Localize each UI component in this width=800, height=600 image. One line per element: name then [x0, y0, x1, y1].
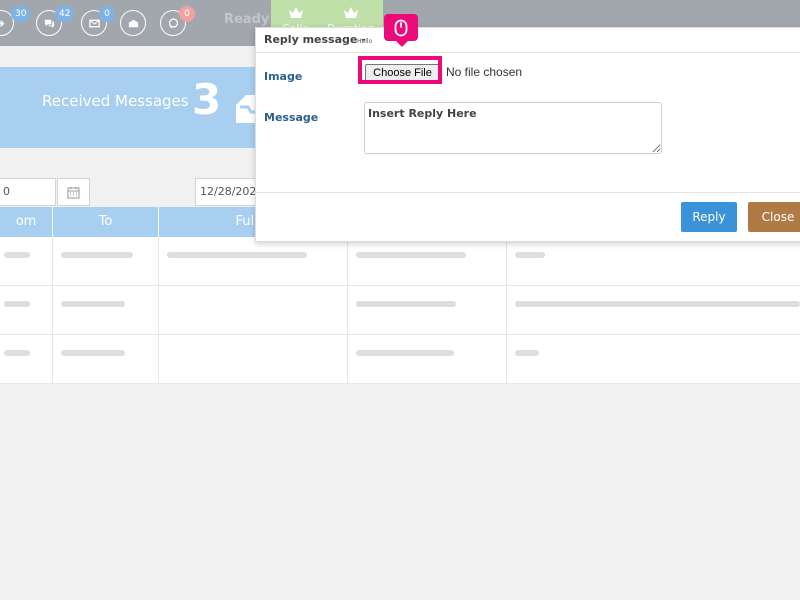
column-header-to[interactable]: To — [53, 207, 159, 237]
modal-subtitle: Hello — [357, 38, 373, 45]
date-from-input[interactable]: 0 — [0, 178, 56, 206]
status-text: Ready — [224, 12, 270, 27]
mouse-click-marker — [384, 14, 418, 47]
table-row[interactable] — [0, 286, 800, 335]
column-header-from[interactable]: om — [0, 207, 53, 237]
file-status-text: No file chosen — [446, 65, 523, 79]
message-count: 3 — [192, 75, 222, 124]
message-label: Message — [264, 111, 319, 124]
reply-message-modal: Reply message - Hello Image Choose File … — [255, 27, 800, 242]
modal-title: Reply message - — [264, 33, 366, 46]
choose-file-button[interactable]: Choose File — [365, 64, 440, 82]
table-row[interactable] — [0, 237, 800, 286]
mail-badge: 0 — [99, 6, 115, 22]
comment-badge: 0 — [179, 6, 195, 22]
crown-icon — [344, 7, 358, 18]
chat-badge: 42 — [55, 6, 75, 22]
mouse-icon — [394, 19, 408, 36]
calendar-button[interactable] — [57, 178, 90, 206]
messages-table-body — [0, 237, 800, 384]
notification-badge: 30 — [11, 6, 31, 22]
banner-title: Received Messages — [42, 92, 189, 110]
calendar-icon — [67, 186, 80, 198]
image-label: Image — [264, 70, 303, 83]
modal-footer-divider — [256, 192, 800, 193]
open-envelope-icon[interactable] — [120, 10, 146, 36]
reply-message-textarea[interactable] — [364, 102, 662, 154]
modal-header: Reply message - Hello — [256, 28, 800, 53]
table-row[interactable] — [0, 335, 800, 384]
crown-icon — [289, 7, 303, 18]
close-button[interactable]: Close — [748, 202, 800, 232]
reply-button[interactable]: Reply — [681, 202, 737, 232]
